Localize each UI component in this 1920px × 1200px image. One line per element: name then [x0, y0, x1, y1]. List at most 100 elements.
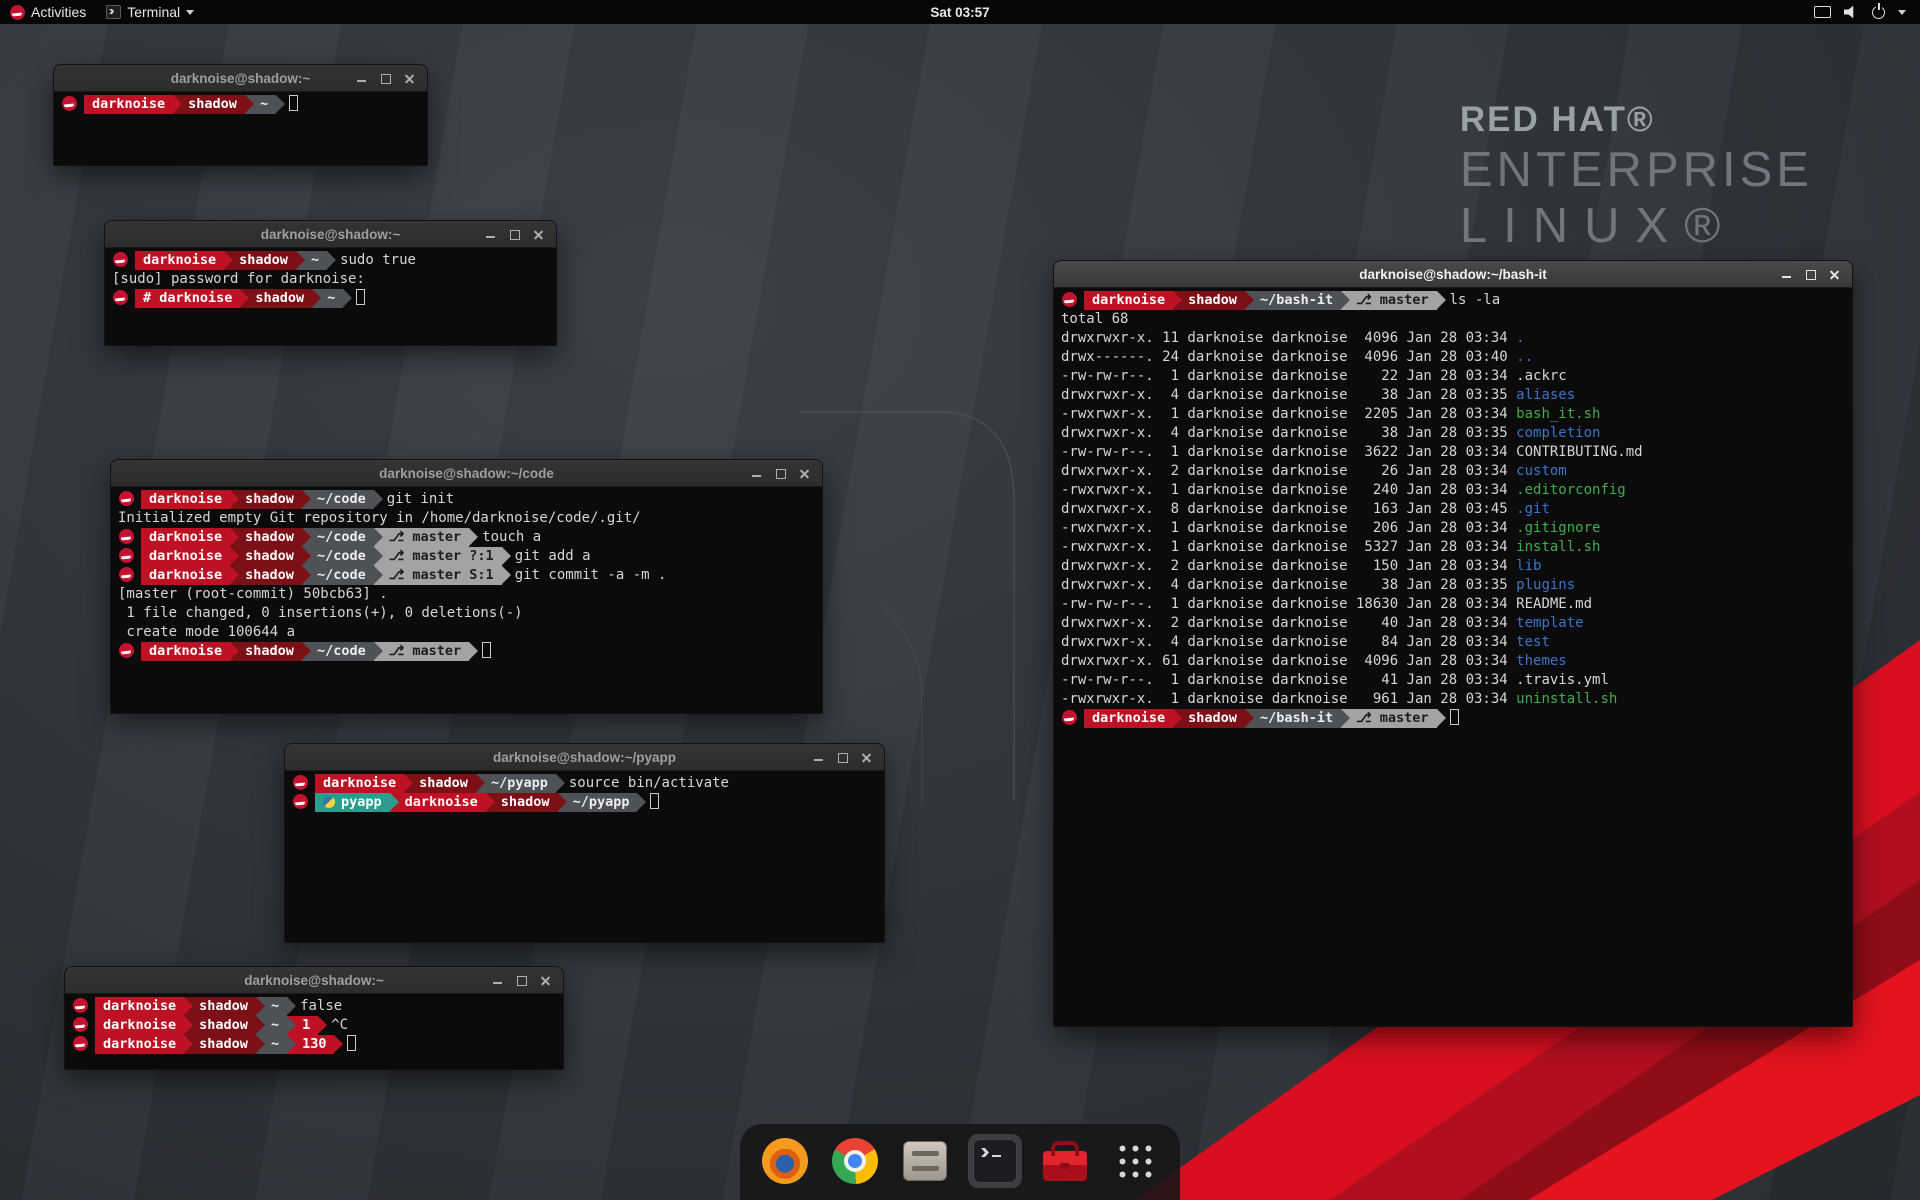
maximize-button[interactable]	[374, 65, 398, 91]
chrome-icon	[832, 1138, 878, 1184]
minimize-button[interactable]	[350, 65, 374, 91]
activities-button[interactable]: Activities	[0, 0, 96, 24]
terminal-line: darknoiseshadow~/code⎇ master	[118, 642, 815, 661]
executable-name: .gitignore	[1516, 520, 1600, 536]
close-button[interactable]	[793, 460, 817, 486]
minimize-button[interactable]	[807, 744, 831, 770]
maximize-button[interactable]	[831, 744, 855, 770]
redhat-prompt-icon	[113, 290, 128, 305]
window-title: darknoise@shadow:~/pyapp	[493, 750, 676, 765]
terminal-line: darknoiseshadow~/code⎇ master ?:1git add…	[118, 547, 815, 566]
terminal-content[interactable]: darknoiseshadow~sudo true[sudo] password…	[105, 248, 556, 345]
titlebar[interactable]: darknoise@shadow:~/pyapp	[285, 744, 884, 771]
output-text: drwxrwxr-x. 61 darknoise darknoise 4096 …	[1061, 653, 1516, 669]
terminal-line: darknoiseshadow~/bash-it⎇ masterls -la	[1061, 291, 1845, 310]
prompt-path-segment: ~/bash-it	[1245, 709, 1341, 728]
terminal-cursor	[289, 95, 298, 111]
minimize-button[interactable]	[486, 967, 510, 993]
titlebar[interactable]: darknoise@shadow:~/code	[111, 460, 822, 487]
redhat-prompt-icon	[113, 252, 128, 267]
rhel-wallpaper-logo: RED HAT® ENTERPRISE LINUX®	[1460, 100, 1813, 254]
output-text: -rwxrwxr-x. 1 darknoise darknoise 240 Ja…	[1061, 482, 1516, 498]
terminal-line: darknoiseshadow~/code⎇ mastertouch a	[118, 528, 815, 547]
system-status-area[interactable]	[1814, 0, 1920, 24]
directory-name: plugins	[1516, 577, 1575, 593]
terminal-line: drwxrwxr-x. 2 darknoise darknoise 40 Jan…	[1061, 614, 1845, 633]
minimize-button[interactable]	[745, 460, 769, 486]
terminal-line: create mode 100644 a	[118, 623, 815, 642]
titlebar[interactable]: darknoise@shadow:~	[105, 221, 556, 248]
executable-name: uninstall.sh	[1516, 691, 1617, 707]
terminal-content[interactable]: darknoiseshadow~/codegit initInitialized…	[111, 487, 822, 713]
titlebar[interactable]: darknoise@shadow:~	[54, 65, 427, 92]
dock-toolbox-icon[interactable]	[1038, 1134, 1092, 1188]
terminal-line: -rw-rw-r--. 1 darknoise darknoise 22 Jan…	[1061, 367, 1845, 386]
output-text: total 68	[1061, 311, 1128, 327]
dock-terminal-icon[interactable]	[968, 1134, 1022, 1188]
terminal-window-sudo[interactable]: darknoise@shadow:~ darknoiseshadow~sudo …	[104, 220, 557, 346]
terminal-window-home-1[interactable]: darknoise@shadow:~ darknoiseshadow~	[53, 64, 428, 166]
terminal-content[interactable]: darknoiseshadow~	[54, 92, 427, 165]
redhat-prompt-icon	[1062, 710, 1077, 725]
terminal-line: drwxrwxr-x. 8 darknoise darknoise 163 Ja…	[1061, 500, 1845, 519]
terminal-window-home-2[interactable]: darknoise@shadow:~ darknoiseshadow~false…	[64, 966, 564, 1070]
dock-firefox-icon[interactable]	[758, 1134, 812, 1188]
output-text: 1 file changed, 0 insertions(+), 0 delet…	[118, 605, 523, 621]
terminal-cursor	[347, 1035, 356, 1051]
minimize-button[interactable]	[1775, 261, 1799, 287]
files-icon	[903, 1141, 947, 1181]
terminal-line: darknoiseshadow~	[61, 95, 420, 114]
maximize-button[interactable]	[769, 460, 793, 486]
terminal-line: drwxrwxr-x. 2 darknoise darknoise 150 Ja…	[1061, 557, 1845, 576]
terminal-line: -rwxrwxr-x. 1 darknoise darknoise 206 Ja…	[1061, 519, 1845, 538]
redhat-prompt-icon	[73, 998, 88, 1013]
close-button[interactable]	[1823, 261, 1847, 287]
output-text: -rwxrwxr-x. 1 darknoise darknoise 5327 J…	[1061, 539, 1516, 555]
close-button[interactable]	[534, 967, 558, 993]
maximize-button[interactable]	[503, 221, 527, 247]
terminal-cursor	[1450, 709, 1459, 725]
maximize-button[interactable]	[510, 967, 534, 993]
redhat-prompt-icon	[119, 643, 134, 658]
clock[interactable]: Sat 03:57	[930, 5, 989, 20]
terminal-app-icon	[106, 5, 121, 19]
terminal-cursor	[650, 793, 659, 809]
prompt-venv-segment: pyapp	[315, 793, 390, 812]
dock-app-grid-icon[interactable]	[1108, 1134, 1162, 1188]
prompt-user-segment: darknoise	[135, 251, 224, 270]
executable-name: install.sh	[1516, 539, 1600, 555]
terminal-window-code[interactable]: darknoise@shadow:~/code darknoiseshadow~…	[110, 459, 823, 714]
dock-files-icon[interactable]	[898, 1134, 952, 1188]
terminal-line: -rw-rw-r--. 1 darknoise darknoise 41 Jan…	[1061, 671, 1845, 690]
prompt-git-segment: ⎇ master	[374, 642, 469, 661]
prompt-git-segment: ⎇ master ?:1	[374, 547, 502, 566]
close-button[interactable]	[527, 221, 551, 247]
command-text: false	[300, 998, 342, 1014]
terminal-line: -rw-rw-r--. 1 darknoise darknoise 3622 J…	[1061, 443, 1845, 462]
prompt-user-segment: # darknoise	[135, 289, 240, 308]
prompt-user-segment: darknoise	[141, 642, 230, 661]
output-text: -rwxrwxr-x. 1 darknoise darknoise 961 Ja…	[1061, 691, 1516, 707]
redhat-prompt-icon	[119, 529, 134, 544]
titlebar[interactable]: darknoise@shadow:~	[65, 967, 563, 994]
minimize-button[interactable]	[479, 221, 503, 247]
terminal-line: drwxrwxr-x. 2 darknoise darknoise 26 Jan…	[1061, 462, 1845, 481]
prompt-host-segment: shadow	[1173, 709, 1245, 728]
close-button[interactable]	[398, 65, 422, 91]
prompt-path-segment: ~/code	[302, 547, 374, 566]
app-menu-terminal[interactable]: Terminal	[96, 0, 204, 24]
dock-chrome-icon[interactable]	[828, 1134, 882, 1188]
terminal-line: darknoiseshadow~/codegit init	[118, 490, 815, 509]
maximize-button[interactable]	[1799, 261, 1823, 287]
titlebar[interactable]: darknoise@shadow:~/bash-it	[1054, 261, 1852, 288]
terminal-window-bashit[interactable]: darknoise@shadow:~/bash-it darknoiseshad…	[1053, 260, 1853, 1027]
terminal-line: pyappdarknoiseshadow~/pyapp	[292, 793, 877, 812]
terminal-content[interactable]: darknoiseshadow~falsedarknoiseshadow~1^C…	[65, 994, 563, 1069]
terminal-content[interactable]: darknoiseshadow~/pyappsource bin/activat…	[285, 771, 884, 942]
terminal-cursor	[356, 289, 365, 305]
prompt-user-segment: darknoise	[141, 547, 230, 566]
window-title: darknoise@shadow:~/bash-it	[1359, 267, 1547, 282]
terminal-window-pyapp[interactable]: darknoise@shadow:~/pyapp darknoiseshadow…	[284, 743, 885, 943]
terminal-content[interactable]: darknoiseshadow~/bash-it⎇ masterls -lato…	[1054, 288, 1852, 1026]
close-button[interactable]	[855, 744, 879, 770]
